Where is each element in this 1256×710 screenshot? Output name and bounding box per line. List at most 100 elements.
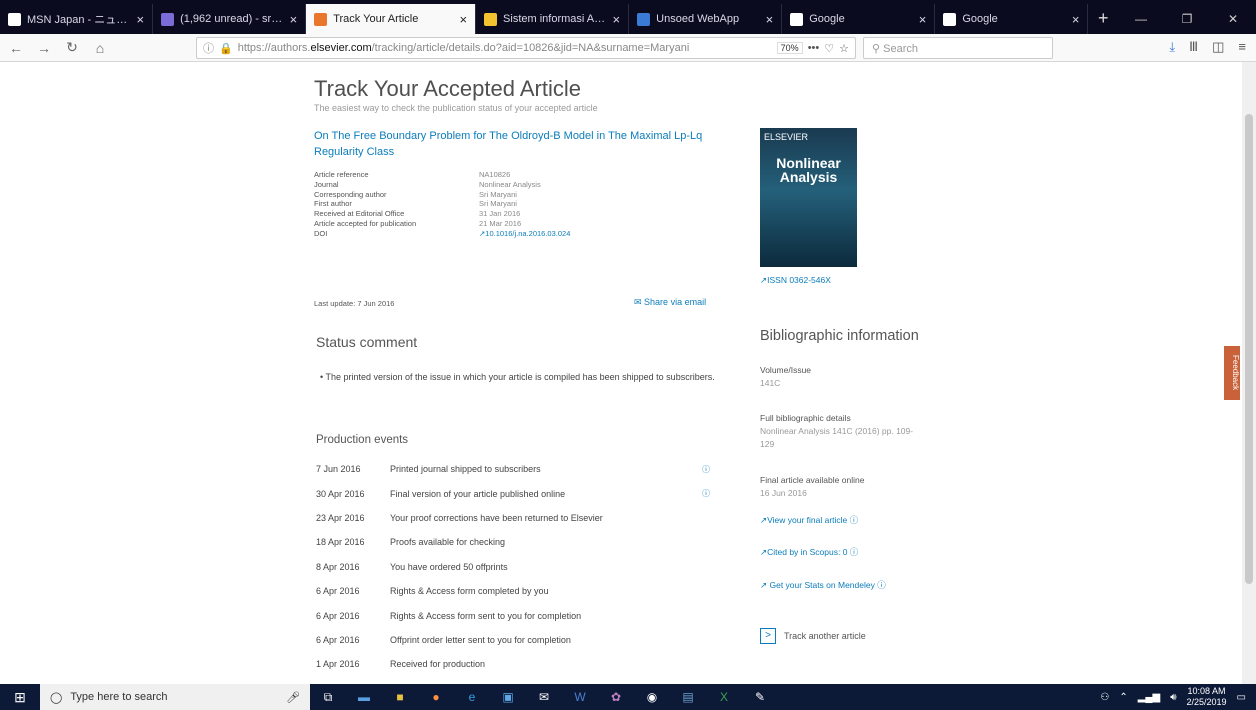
- tab-7[interactable]: Google ×: [935, 4, 1089, 34]
- library-icon[interactable]: Ⅲ: [1189, 39, 1198, 55]
- word-icon[interactable]: W: [565, 687, 595, 707]
- firefox-icon[interactable]: ●: [421, 687, 451, 707]
- pocket-icon[interactable]: ♡: [824, 42, 834, 55]
- restore-icon[interactable]: ❐: [1164, 12, 1210, 26]
- tab-close-icon[interactable]: ×: [137, 12, 145, 27]
- tab-6[interactable]: Google ×: [782, 4, 936, 34]
- mendeley-stats-link[interactable]: ↗ Get your Stats on Mendeley ⓘ: [760, 579, 886, 591]
- detail-value: Nonlinear Analysis: [479, 179, 541, 189]
- tab-5[interactable]: Unsoed WebApp ×: [629, 4, 783, 34]
- full-details-value: Nonlinear Analysis 141C (2016) pp. 109-1…: [760, 426, 914, 449]
- event-row: 30 Apr 2016 Final version of your article…: [316, 481, 716, 505]
- paint-icon[interactable]: ✎: [745, 687, 775, 707]
- detail-row: Article accepted for publication 21 Mar 2…: [314, 219, 570, 229]
- tab-close-icon[interactable]: ×: [459, 12, 467, 27]
- feedback-tab[interactable]: Feedback: [1224, 346, 1240, 400]
- clock[interactable]: 10:08 AM 2/25/2019: [1187, 686, 1227, 708]
- network-icon[interactable]: ▂▄▆: [1138, 692, 1160, 703]
- article-details: Article reference NA10826 Journal Nonlinear…: [314, 170, 570, 239]
- tab-close-icon[interactable]: ×: [290, 12, 298, 27]
- bookmark-star-icon[interactable]: ☆: [839, 42, 849, 55]
- webapp-icon: [637, 12, 651, 26]
- event-date: 18 Apr 2016: [316, 537, 365, 548]
- windows-start-icon[interactable]: ⊞: [0, 689, 40, 706]
- app-icon[interactable]: ✿: [601, 687, 631, 707]
- detail-value: Sri Maryani: [479, 189, 517, 199]
- tab-close-icon[interactable]: ×: [613, 12, 621, 27]
- store-icon[interactable]: ■: [385, 687, 415, 707]
- track-another-article[interactable]: > Track another article: [760, 628, 866, 644]
- detail-value: 21 Mar 2016: [479, 218, 522, 228]
- scopus-citations-link[interactable]: ↗Cited by in Scopus: 0 ⓘ: [760, 546, 858, 558]
- page-actions-icon[interactable]: •••: [808, 42, 820, 54]
- tab-title: (1,962 unread) - srimary: [180, 13, 284, 25]
- detail-row: Journal Nonlinear Analysis: [314, 180, 570, 190]
- forward-icon[interactable]: →: [36, 40, 52, 56]
- track-another-label[interactable]: Track another article: [784, 631, 866, 641]
- tab-close-icon[interactable]: ×: [1072, 12, 1080, 27]
- nav-bar: ← → ↻ ⌂ ⓘ 🔒 https://authors.elsevier.com…: [0, 34, 1256, 62]
- google-icon: [943, 12, 957, 26]
- taskbar: ⊞ ◯ Type here to search 🎤︎ ⧉ ▬ ■ ● e ▣ ✉…: [0, 684, 1256, 710]
- url-text[interactable]: https://authors.elsevier.com/tracking/ar…: [238, 42, 772, 54]
- close-window-icon[interactable]: ✕: [1210, 12, 1256, 26]
- notifications-icon[interactable]: ▭: [1237, 692, 1246, 703]
- detail-row: Article reference NA10826: [314, 170, 570, 180]
- microphone-icon[interactable]: 🎤︎: [286, 691, 300, 704]
- search-icon: ⚲: [872, 43, 884, 55]
- edge-icon[interactable]: e: [457, 687, 487, 707]
- url-bar[interactable]: ⓘ 🔒 https://authors.elsevier.com/trackin…: [196, 37, 856, 59]
- menu-icon[interactable]: ≡: [1238, 39, 1246, 55]
- excel-icon[interactable]: X: [709, 687, 739, 707]
- task-view-icon[interactable]: ⧉: [313, 687, 343, 707]
- doi-link[interactable]: ↗10.1016/j.na.2016.03.024: [479, 229, 570, 239]
- issn-link[interactable]: ↗ISSN 0362-546X: [760, 275, 831, 286]
- detail-label: Received at Editorial Office: [314, 209, 405, 219]
- journal-cover: ELSEVIER Nonlinear Analysis: [760, 128, 857, 267]
- detail-value: NA10826: [479, 170, 511, 179]
- view-final-article-link[interactable]: ↗View your final article ⓘ: [760, 514, 858, 526]
- new-tab-button[interactable]: +: [1088, 4, 1118, 34]
- chevron-right-icon[interactable]: >: [760, 628, 776, 644]
- info-icon[interactable]: ⓘ: [203, 40, 214, 56]
- online-block: Final article available online 16 Jun 20…: [760, 474, 864, 500]
- home-icon[interactable]: ⌂: [92, 40, 108, 56]
- scrollbar[interactable]: [1242, 62, 1256, 684]
- taskbar-search[interactable]: ◯ Type here to search 🎤︎: [40, 684, 310, 710]
- reload-icon[interactable]: ↻: [64, 39, 80, 56]
- tab-close-icon[interactable]: ×: [766, 12, 774, 27]
- info-icon[interactable]: ⓘ: [702, 464, 716, 475]
- minimize-icon[interactable]: —: [1118, 12, 1164, 26]
- sidebar-icon[interactable]: ◫: [1212, 39, 1224, 55]
- search-input[interactable]: ⚲ Search: [863, 37, 1053, 59]
- download-icon[interactable]: ⤓: [1169, 39, 1175, 55]
- event-date: 7 Jun 2016: [316, 464, 361, 475]
- event-row: 23 Apr 2016 Your proof corrections have b…: [316, 506, 716, 530]
- back-icon[interactable]: ←: [8, 40, 24, 56]
- event-text: Printed journal shipped to subscribers: [390, 464, 541, 475]
- event-text: Offprint order letter sent to you for co…: [390, 634, 571, 645]
- event-text: Your proof corrections have been returne…: [390, 512, 603, 523]
- app-icon[interactable]: ▬: [349, 687, 379, 707]
- tab-close-icon[interactable]: ×: [919, 12, 927, 27]
- mail-app-icon[interactable]: ✉: [529, 687, 559, 707]
- zoom-level[interactable]: 70%: [776, 42, 803, 54]
- tab-4[interactable]: Sistem informasi Akade ×: [476, 4, 630, 34]
- cortana-icon: ◯: [50, 691, 63, 704]
- scrollbar-thumb[interactable]: [1245, 114, 1253, 584]
- tray-expand-icon[interactable]: ⌃: [1119, 692, 1127, 703]
- share-email-link[interactable]: ✉ Share via email: [634, 297, 706, 308]
- app-icon[interactable]: ▣: [493, 687, 523, 707]
- tab-3[interactable]: Track Your Article ×: [306, 4, 477, 34]
- detail-row: DOI ↗10.1016/j.na.2016.03.024: [314, 229, 570, 239]
- tab-1[interactable]: MSN Japan - ニュース、天 ×: [0, 4, 154, 34]
- people-icon[interactable]: ⚇: [1100, 692, 1109, 703]
- event-text: Proofs available for checking: [390, 537, 506, 548]
- article-title-link[interactable]: On The Free Boundary Problem for The Old…: [314, 128, 734, 160]
- volume-icon[interactable]: 🔊︎: [1170, 692, 1176, 703]
- info-icon[interactable]: ⓘ: [702, 488, 716, 499]
- chrome-icon[interactable]: ◉: [637, 687, 667, 707]
- app-icon[interactable]: ▤: [673, 687, 703, 707]
- mail-icon: [161, 12, 175, 26]
- tab-2[interactable]: (1,962 unread) - srimary ×: [153, 4, 307, 34]
